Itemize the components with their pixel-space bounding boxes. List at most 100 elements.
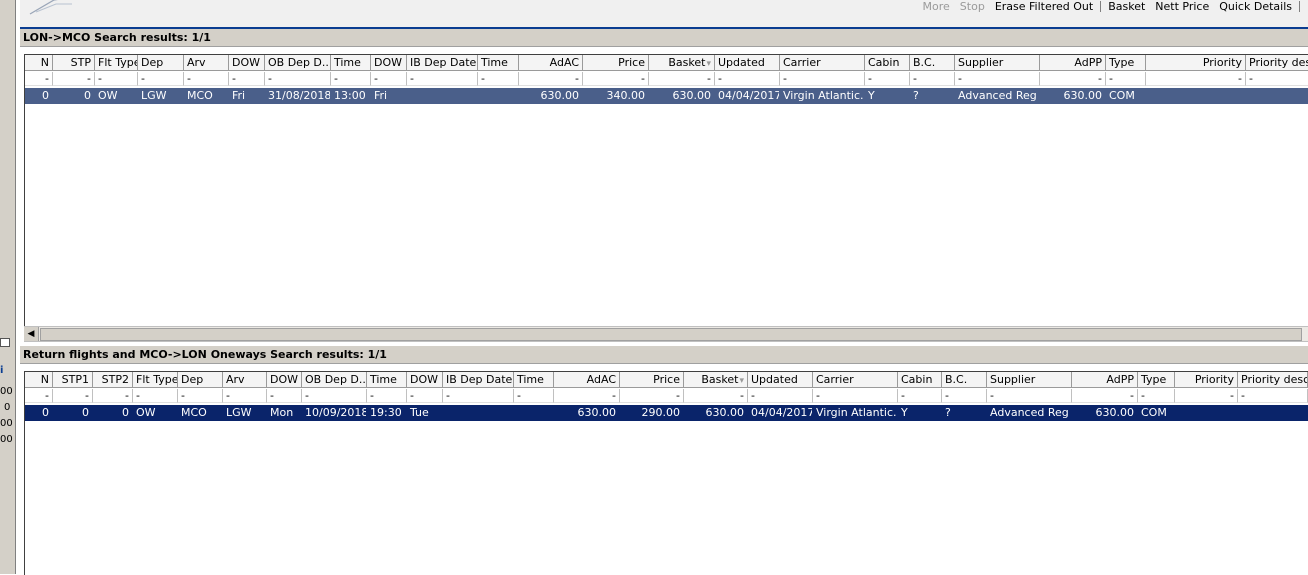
outbound-horizontal-scrollbar[interactable]: ◀ [24, 326, 1308, 342]
filter-cell[interactable]: - [514, 389, 554, 403]
column-header[interactable]: Priority [1175, 372, 1238, 388]
table-cell[interactable]: Advanced Reg [987, 405, 1072, 421]
filter-cell[interactable]: - [267, 389, 302, 403]
filter-cell[interactable]: - [955, 72, 1040, 86]
table-cell[interactable]: Fri [229, 88, 265, 104]
table-cell[interactable] [443, 405, 514, 421]
table-row[interactable]: 0 0 OW LGW MCO Fri 31/08/2018 13:00 Fri 630.00 340… [25, 88, 1308, 104]
stop-button[interactable]: Stop [955, 0, 990, 13]
column-header[interactable]: Basket [649, 55, 715, 71]
column-header[interactable]: AdPP [1072, 372, 1138, 388]
column-header[interactable]: Dep [138, 55, 184, 71]
column-header[interactable]: IB Dep Date [443, 372, 514, 388]
table-cell[interactable] [407, 88, 478, 104]
table-cell[interactable]: Y [865, 88, 910, 104]
filter-cell[interactable]: - [229, 72, 265, 86]
table-cell[interactable]: ? [942, 405, 987, 421]
table-cell[interactable]: LGW [138, 88, 184, 104]
window-icon[interactable] [0, 338, 10, 347]
filter-cell[interactable]: - [133, 389, 178, 403]
table-cell[interactable]: Virgin Atlantic... [813, 405, 898, 421]
table-cell[interactable]: Fri [371, 88, 407, 104]
filter-cell[interactable]: - [53, 72, 95, 86]
table-cell[interactable]: 13:00 [331, 88, 371, 104]
table-cell[interactable]: 0 [25, 88, 53, 104]
column-header[interactable]: Time [331, 55, 371, 71]
column-header[interactable]: DOW [407, 372, 443, 388]
column-header[interactable]: Carrier [813, 372, 898, 388]
column-header[interactable]: Arv [184, 55, 229, 71]
column-header-row[interactable]: N STP Flt Type Dep Arv DOW OB Dep D... Time DOW I… [25, 55, 1308, 71]
quick-details-button[interactable]: Quick Details [1214, 0, 1297, 13]
column-header[interactable]: Cabin [898, 372, 942, 388]
column-header[interactable]: Flt Type [95, 55, 138, 71]
filter-cell[interactable]: - [407, 389, 443, 403]
column-header[interactable]: Updated [748, 372, 813, 388]
column-header[interactable]: Price [620, 372, 684, 388]
column-header[interactable]: B.C. [942, 372, 987, 388]
basket-button[interactable]: Basket [1103, 0, 1150, 13]
column-header[interactable]: DOW [229, 55, 265, 71]
column-header[interactable]: Basket [684, 372, 748, 388]
column-header[interactable]: AdAC [519, 55, 583, 71]
column-header[interactable]: OB Dep D... [265, 55, 331, 71]
table-cell[interactable]: Tue [407, 405, 443, 421]
column-header[interactable]: B.C. [910, 55, 955, 71]
filter-cell[interactable]: - [780, 72, 865, 86]
more-button[interactable]: More [918, 0, 955, 13]
scroll-left-icon[interactable]: ◀ [24, 327, 39, 341]
column-header[interactable]: Arv [223, 372, 267, 388]
column-header[interactable]: AdAC [554, 372, 620, 388]
filter-cell[interactable]: - [331, 72, 371, 86]
filter-cell[interactable]: - [987, 389, 1072, 403]
table-cell[interactable]: 0 [53, 88, 95, 104]
filter-cell[interactable]: - [519, 72, 583, 86]
column-header-row[interactable]: N STP1 STP2 Flt Type Dep Arv DOW OB Dep D... Tim… [25, 372, 1308, 388]
column-header[interactable]: Flt Type [133, 372, 178, 388]
table-cell[interactable] [1246, 88, 1308, 104]
column-header[interactable]: N [25, 372, 53, 388]
column-header[interactable]: OB Dep D... [302, 372, 367, 388]
table-cell[interactable]: 04/04/2017 [715, 88, 780, 104]
table-cell[interactable]: 19:30 [367, 405, 407, 421]
table-cell[interactable]: 31/08/2018 [265, 88, 331, 104]
table-cell[interactable]: 0 [93, 405, 133, 421]
table-cell[interactable]: 340.00 [583, 88, 649, 104]
column-header[interactable]: Updated [715, 55, 780, 71]
table-cell[interactable]: 290.00 [620, 405, 684, 421]
table-cell[interactable]: COM [1138, 405, 1175, 421]
filter-cell[interactable]: - [265, 72, 331, 86]
column-header[interactable]: Priority description [1246, 55, 1308, 71]
filter-cell[interactable]: - [53, 389, 93, 403]
filter-cell[interactable]: - [649, 72, 715, 86]
filter-cell[interactable]: - [1040, 72, 1106, 86]
filter-cell[interactable]: - [910, 72, 955, 86]
filter-cell[interactable]: - [554, 389, 620, 403]
column-header[interactable]: Carrier [780, 55, 865, 71]
scroll-thumb[interactable] [40, 328, 1302, 341]
filter-cell[interactable]: - [813, 389, 898, 403]
filter-cell[interactable]: - [684, 389, 748, 403]
filter-cell[interactable]: - [407, 72, 478, 86]
filter-cell[interactable]: - [138, 72, 184, 86]
table-cell[interactable] [478, 88, 519, 104]
table-cell[interactable]: 04/04/2017 [748, 405, 813, 421]
filter-cell[interactable]: - [302, 389, 367, 403]
filter-cell[interactable]: - [223, 389, 267, 403]
column-header[interactable]: Supplier [955, 55, 1040, 71]
nett-price-button[interactable]: Nett Price [1150, 0, 1214, 13]
filter-cell[interactable]: - [1238, 389, 1308, 403]
filter-cell[interactable]: - [898, 389, 942, 403]
column-header[interactable]: N [25, 55, 53, 71]
table-cell[interactable]: 630.00 [684, 405, 748, 421]
table-cell[interactable]: MCO [184, 88, 229, 104]
table-cell[interactable]: 630.00 [554, 405, 620, 421]
filter-cell[interactable]: - [715, 72, 780, 86]
filter-cell[interactable]: - [1138, 389, 1175, 403]
table-cell[interactable]: LGW [223, 405, 267, 421]
filter-row[interactable]: ------------------------ [25, 389, 1308, 403]
column-header[interactable]: STP [53, 55, 95, 71]
filter-cell[interactable]: - [748, 389, 813, 403]
column-header[interactable]: AdPP [1040, 55, 1106, 71]
filter-cell[interactable]: - [1246, 72, 1308, 86]
